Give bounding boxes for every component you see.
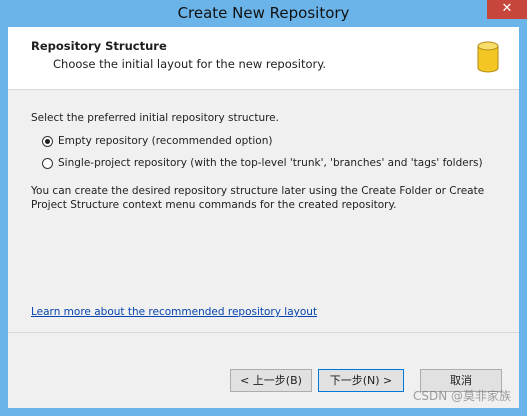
wizard-header: Repository Structure Choose the initial … bbox=[8, 27, 519, 90]
option-empty-repository[interactable]: Empty repository (recommended option) bbox=[42, 133, 272, 149]
dialog-client-area: Repository Structure Choose the initial … bbox=[8, 27, 519, 408]
radio-single-project[interactable] bbox=[42, 157, 53, 169]
radio-empty-repository[interactable] bbox=[42, 135, 53, 147]
back-button[interactable]: < 上一步(B) bbox=[230, 369, 312, 392]
close-button[interactable]: ✕ bbox=[487, 0, 527, 19]
next-button[interactable]: 下一步(N) > bbox=[318, 369, 404, 392]
footer-divider bbox=[8, 332, 519, 333]
watermark: CSDN @莫非家族 bbox=[412, 389, 511, 403]
option-single-project[interactable]: Single-project repository (with the top-… bbox=[42, 155, 483, 171]
option-empty-label: Empty repository (recommended option) bbox=[58, 135, 273, 147]
option-single-project-label: Single-project repository (with the top-… bbox=[58, 157, 483, 169]
learn-more-link[interactable]: Learn more about the recommended reposit… bbox=[31, 306, 317, 318]
title-bar[interactable]: Create New Repository ✕ bbox=[0, 0, 527, 27]
page-title: Repository Structure bbox=[31, 39, 167, 53]
structure-info-text: You can create the desired repository st… bbox=[31, 185, 485, 211]
structure-prompt: Select the preferred initial repository … bbox=[31, 112, 279, 124]
database-icon bbox=[477, 41, 499, 73]
window-title: Create New Repository bbox=[177, 4, 350, 22]
page-subtitle: Choose the initial layout for the new re… bbox=[53, 57, 327, 71]
dialog-window: Create New Repository ✕ Repository Struc… bbox=[0, 0, 527, 416]
